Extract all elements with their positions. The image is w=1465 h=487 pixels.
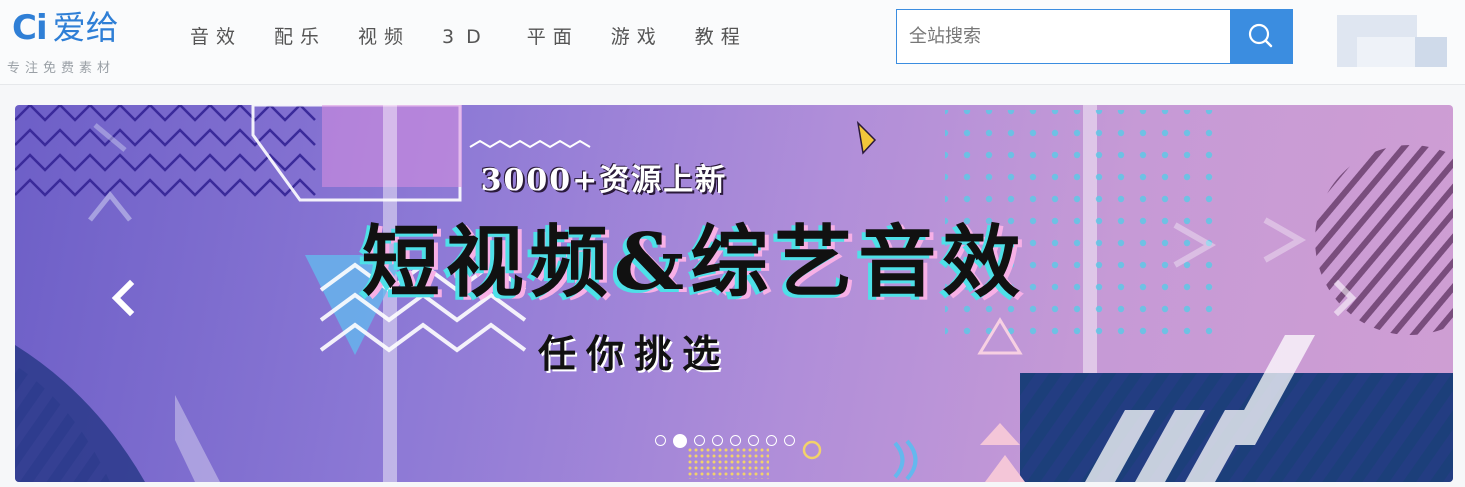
user-avatar[interactable] bbox=[1337, 15, 1447, 67]
carousel-dot[interactable] bbox=[784, 435, 795, 446]
main-nav: 音效 配乐 视频 3D 平面 游戏 教程 bbox=[190, 22, 779, 52]
carousel-pagination bbox=[655, 433, 802, 448]
carousel-prev-button[interactable] bbox=[103, 273, 143, 323]
nav-item-games[interactable]: 游戏 bbox=[611, 22, 663, 52]
nav-item-graphic[interactable]: 平面 bbox=[527, 22, 579, 52]
carousel-dot[interactable] bbox=[655, 435, 666, 446]
nav-item-3d[interactable]: 3D bbox=[442, 22, 493, 52]
search-input[interactable] bbox=[896, 9, 1243, 64]
logo-mark: Ci bbox=[12, 8, 48, 48]
nav-item-sound-effects[interactable]: 音效 bbox=[190, 22, 242, 52]
carousel-dot[interactable] bbox=[748, 435, 759, 446]
nav-item-music[interactable]: 配乐 bbox=[274, 22, 326, 52]
carousel-dot[interactable] bbox=[766, 435, 777, 446]
logo-name: 爱给 bbox=[52, 8, 119, 47]
carousel-dot[interactable] bbox=[730, 435, 741, 446]
carousel-dot[interactable] bbox=[694, 435, 705, 446]
site-header: Ci 爱给 专注免费素材 音效 配乐 视频 3D 平面 游戏 教程 bbox=[0, 0, 1465, 85]
search-icon bbox=[1248, 23, 1273, 48]
nav-item-tutorials[interactable]: 教程 bbox=[695, 22, 747, 52]
site-logo[interactable]: Ci 爱给 专注免费素材 bbox=[7, 6, 162, 76]
carousel-dot[interactable] bbox=[673, 433, 687, 448]
search-button[interactable] bbox=[1230, 9, 1293, 64]
hero-banner[interactable]: 3000+资源上新 短视频&综艺音效 任你挑选 bbox=[15, 105, 1453, 482]
banner-subtext: 任你挑选 bbox=[537, 331, 730, 376]
logo-tagline: 专注免费素材 bbox=[7, 61, 116, 76]
site-search bbox=[896, 9, 1293, 64]
carousel-next-button[interactable] bbox=[1325, 273, 1365, 323]
logo-wordmark: Ci 爱给 bbox=[12, 6, 119, 50]
carousel-dot[interactable] bbox=[712, 435, 723, 446]
chevron-right-icon bbox=[1333, 279, 1357, 317]
banner-headline: 短视频&综艺音效 bbox=[361, 217, 1027, 308]
chevron-left-icon bbox=[111, 279, 135, 317]
nav-item-video[interactable]: 视频 bbox=[358, 22, 410, 52]
banner-top-text: 3000+资源上新 bbox=[480, 163, 728, 198]
